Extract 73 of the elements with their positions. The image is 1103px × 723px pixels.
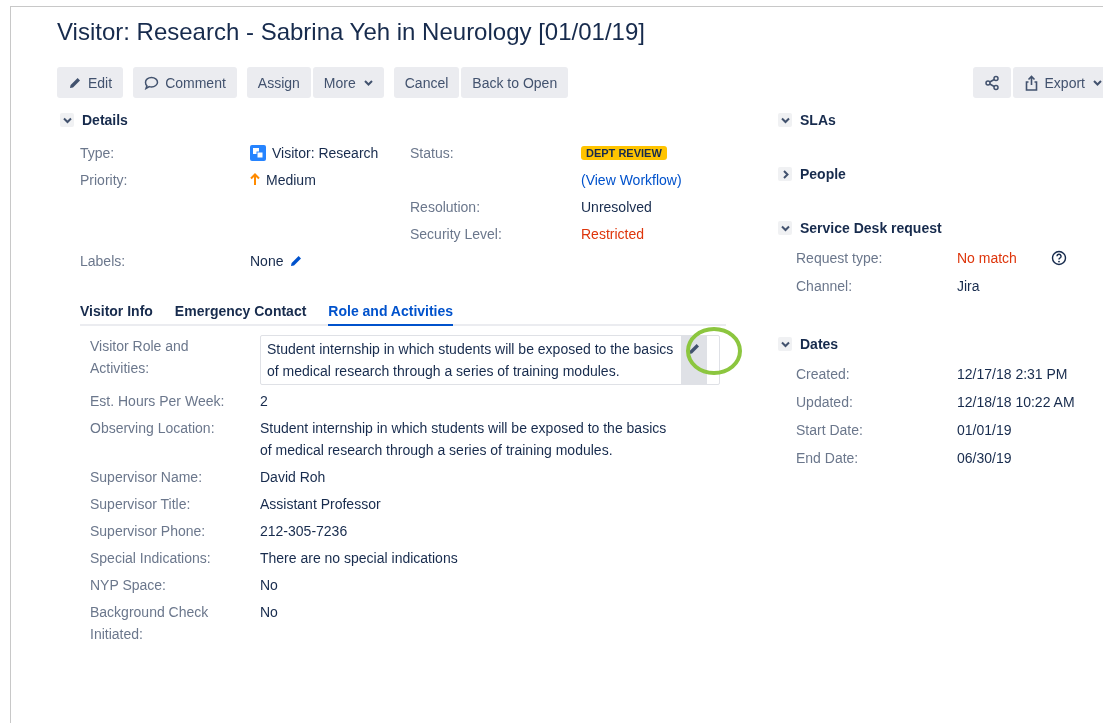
tab[interactable]: Visitor Info bbox=[80, 297, 153, 326]
priority-value: Medium bbox=[266, 171, 316, 188]
field-label: Updated: bbox=[796, 394, 854, 410]
section-title[interactable]: People bbox=[800, 166, 846, 182]
speech-bubble-icon bbox=[144, 75, 160, 90]
field-value: Student internship in which students will be exposed to the basics of medical research through a series of training modules. bbox=[260, 419, 668, 460]
section-title[interactable]: Service Desk request bbox=[800, 220, 942, 236]
field-label: Est. Hours Per Week: bbox=[90, 392, 226, 411]
field-label: Status: bbox=[410, 144, 455, 161]
field-label: Priority: bbox=[80, 171, 129, 188]
field-label: Channel: bbox=[796, 278, 854, 294]
pencil-icon bbox=[68, 75, 82, 90]
field-value: 2 bbox=[260, 392, 268, 411]
field-value: David Roh bbox=[260, 468, 326, 487]
share-button[interactable] bbox=[972, 67, 1011, 98]
share-icon bbox=[983, 74, 1000, 91]
toolbar-button[interactable]: Comment bbox=[133, 67, 237, 98]
section-title[interactable]: Details bbox=[82, 112, 128, 128]
field-label: Observing Location: bbox=[90, 419, 216, 438]
field-value: 01/01/19 bbox=[957, 422, 1012, 438]
upload-icon bbox=[1023, 74, 1039, 91]
field-label: Created: bbox=[796, 366, 851, 382]
status-lozenge: DEPT REVIEW bbox=[581, 145, 667, 160]
chevron-right-icon[interactable] bbox=[778, 167, 792, 181]
field-label: Start Date: bbox=[796, 422, 864, 438]
field-label: Supervisor Title: bbox=[90, 495, 192, 514]
field-value: No bbox=[260, 576, 278, 595]
issue-type-icon bbox=[250, 144, 266, 161]
field-value: Assistant Professor bbox=[260, 495, 381, 514]
field-value: No match bbox=[957, 250, 1017, 266]
field-label: Resolution: bbox=[410, 198, 482, 215]
arrow-up-icon bbox=[250, 173, 260, 186]
field-value: Jira bbox=[957, 278, 980, 294]
help-icon[interactable] bbox=[1050, 250, 1067, 266]
issue-type-value: Visitor: Research bbox=[272, 144, 379, 161]
field-label: Request type: bbox=[796, 250, 884, 266]
field-value: There are no special indications bbox=[260, 549, 458, 568]
tab[interactable]: Role and Activities bbox=[328, 297, 454, 326]
field-label: NYP Space: bbox=[90, 576, 167, 595]
field-label: Security Level: bbox=[410, 225, 503, 242]
chevron-down-icon[interactable] bbox=[778, 337, 792, 351]
text-field[interactable]: Student internship in which students will be exposed to the basics of medical research through a series of training modules. bbox=[260, 335, 720, 385]
workflow-link[interactable]: (View Workflow) bbox=[581, 171, 682, 188]
toolbar-button[interactable]: Assign bbox=[246, 67, 311, 98]
section-title[interactable]: Dates bbox=[800, 336, 839, 352]
field-label: Special Indications: bbox=[90, 549, 212, 568]
field-label: Visitor Role and Activities: bbox=[90, 337, 190, 378]
pencil-icon[interactable] bbox=[289, 253, 304, 268]
field-label: End Date: bbox=[796, 450, 860, 466]
chevron-down-icon[interactable] bbox=[60, 113, 74, 127]
field-value: No bbox=[260, 603, 278, 622]
toolbar-button[interactable]: Back to Open bbox=[461, 67, 569, 98]
field-label: Supervisor Phone: bbox=[90, 522, 207, 541]
toolbar-button[interactable]: Edit bbox=[57, 67, 124, 98]
issue-title: Visitor: Research - Sabrina Yeh in Neurology [01/01/19] bbox=[57, 17, 646, 47]
tab[interactable]: Emergency Contact bbox=[174, 297, 307, 326]
field-value: 12/17/18 2:31 PM bbox=[957, 366, 1068, 382]
field-value: 12/18/18 10:22 AM bbox=[957, 394, 1075, 410]
field-label: Type: bbox=[80, 144, 116, 161]
field-label: Supervisor Name: bbox=[90, 468, 204, 487]
field-label: Labels: bbox=[80, 252, 127, 269]
field-value: 06/30/19 bbox=[957, 450, 1012, 466]
chevron-down-icon[interactable] bbox=[778, 221, 792, 235]
field-value: None bbox=[250, 252, 284, 269]
toolbar-button[interactable]: Cancel bbox=[393, 67, 460, 98]
field-value: Unresolved bbox=[581, 198, 652, 215]
toolbar-button[interactable]: More bbox=[312, 67, 384, 98]
section-title[interactable]: SLAs bbox=[800, 112, 836, 128]
field-label: Background Check Initiated: bbox=[90, 603, 210, 644]
field-value: 212-305-7236 bbox=[260, 522, 348, 541]
field-value: Restricted bbox=[581, 225, 646, 242]
chevron-down-icon[interactable] bbox=[778, 113, 792, 127]
toolbar-button[interactable]: Export bbox=[1012, 67, 1103, 98]
